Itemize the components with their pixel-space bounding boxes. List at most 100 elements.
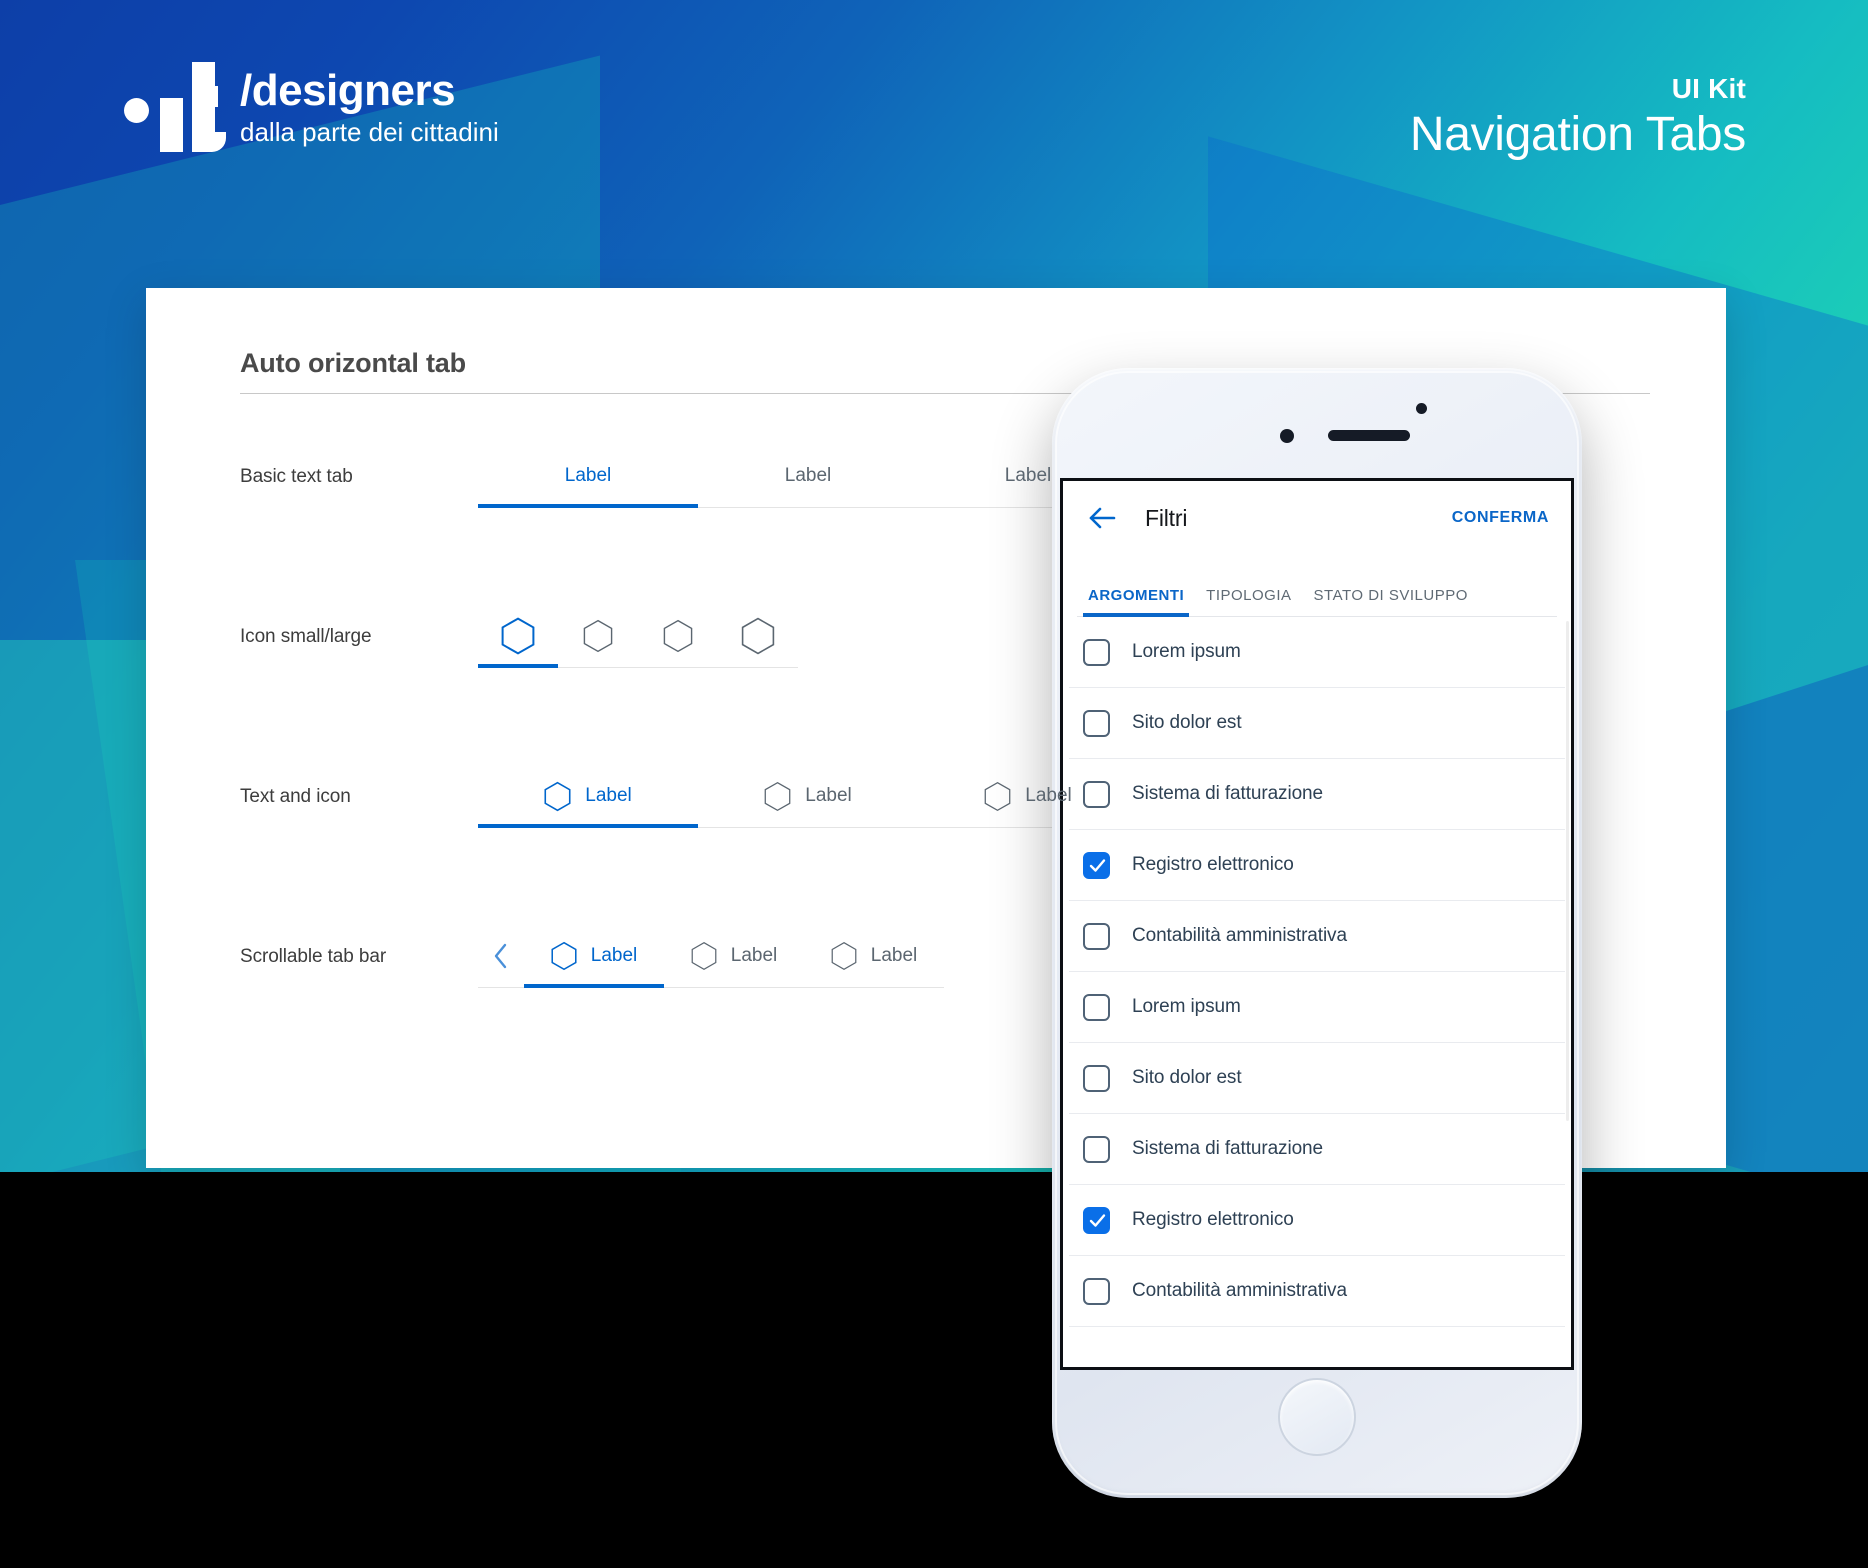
tab-text-icon-1[interactable]: Label bbox=[478, 764, 698, 828]
logo-letter-i bbox=[160, 98, 183, 152]
confirm-button[interactable]: CONFERMA bbox=[1452, 509, 1549, 527]
list-item[interactable]: Registro elettronico bbox=[1069, 1185, 1565, 1256]
list-item[interactable]: Lorem ipsum bbox=[1069, 972, 1565, 1043]
demo-row-label: Icon small/large bbox=[240, 626, 372, 647]
brand-lockup: /designers dalla parte dei cittadini bbox=[122, 62, 499, 152]
check-icon bbox=[1089, 1213, 1106, 1227]
checkbox[interactable] bbox=[1083, 1064, 1110, 1092]
phone-mockup: Filtri CONFERMA ARGOMENTI TIPOLOGIA STAT… bbox=[1052, 368, 1582, 1498]
hexagon-icon bbox=[551, 941, 577, 971]
hexagon-icon bbox=[691, 941, 717, 971]
hexagon-icon bbox=[583, 619, 613, 653]
tab-icon-4[interactable] bbox=[718, 604, 798, 668]
tab-label: Label bbox=[564, 465, 612, 486]
app-tab-bar: ARGOMENTI TIPOLOGIA STATO DI SVILUPPO bbox=[1063, 555, 1571, 617]
list-item-label: Contabilità amministrativa bbox=[1132, 1280, 1347, 1301]
screenshot-root: /designers dalla parte dei cittadini UI … bbox=[0, 0, 1868, 1568]
hexagon-icon bbox=[764, 781, 791, 811]
phone-earpiece-speaker bbox=[1328, 430, 1410, 441]
checkbox[interactable] bbox=[1083, 993, 1110, 1021]
phone-screen: Filtri CONFERMA ARGOMENTI TIPOLOGIA STAT… bbox=[1060, 478, 1574, 1370]
tab-scroll-2[interactable]: Label bbox=[664, 924, 804, 988]
app-tab-tipologia[interactable]: TIPOLOGIA bbox=[1195, 587, 1302, 617]
list-item-label: Registro elettronico bbox=[1132, 854, 1294, 875]
checkbox[interactable] bbox=[1083, 922, 1110, 950]
checkbox[interactable] bbox=[1083, 1206, 1110, 1234]
list-scrollbar[interactable] bbox=[1566, 621, 1569, 1121]
app-tab-argomenti[interactable]: ARGOMENTI bbox=[1077, 587, 1195, 617]
tab-label: Label bbox=[1025, 785, 1072, 806]
tab-text-icon-3[interactable]: Label bbox=[918, 764, 1138, 828]
tab-label: Label bbox=[784, 465, 832, 486]
tab-label: Label bbox=[730, 945, 778, 966]
list-item[interactable]: Sistema di fatturazione bbox=[1069, 1114, 1565, 1185]
tabbar-text-icon: Label Label Label bbox=[478, 764, 1138, 828]
list-item[interactable]: Sito dolor est bbox=[1069, 688, 1565, 759]
tab-basic-3[interactable]: Label bbox=[918, 444, 1138, 508]
it-logo bbox=[122, 62, 226, 152]
hexagon-icon bbox=[501, 617, 535, 655]
list-item-label: Sistema di fatturazione bbox=[1132, 1138, 1323, 1159]
logo-dot bbox=[124, 98, 149, 123]
app-header: Filtri CONFERMA bbox=[1063, 481, 1571, 555]
tab-scroll-1[interactable]: Label bbox=[524, 924, 664, 988]
hexagon-icon bbox=[831, 941, 857, 971]
list-item[interactable]: Lorem ipsum bbox=[1069, 617, 1565, 688]
chevron-left-icon bbox=[494, 943, 507, 969]
tab-basic-1[interactable]: Label bbox=[478, 444, 698, 508]
checkbox[interactable] bbox=[1083, 1277, 1110, 1305]
tab-icon-3[interactable] bbox=[638, 604, 718, 668]
tab-label: Label bbox=[1004, 465, 1052, 486]
list-item-label: Registro elettronico bbox=[1132, 1209, 1294, 1230]
tabbar-icon-only bbox=[478, 604, 798, 668]
tab-icon-1[interactable] bbox=[478, 604, 558, 668]
checkbox[interactable] bbox=[1083, 851, 1110, 879]
tab-label: Label bbox=[805, 785, 852, 806]
phone-home-button[interactable] bbox=[1278, 1378, 1356, 1456]
kit-eyebrow: UI Kit bbox=[1671, 73, 1746, 104]
checkbox[interactable] bbox=[1083, 1135, 1110, 1163]
tab-scroll-3[interactable]: Label bbox=[804, 924, 944, 988]
tabbar-scrollable: Label Label Label bbox=[478, 924, 944, 988]
list-item-label: Sito dolor est bbox=[1132, 1067, 1242, 1088]
list-item-label: Sistema di fatturazione bbox=[1132, 783, 1323, 804]
list-item-label: Lorem ipsum bbox=[1132, 996, 1241, 1017]
list-item[interactable]: Contabilità amministrativa bbox=[1069, 1256, 1565, 1327]
tabbar-basic-text: Label Label Label bbox=[478, 444, 1138, 508]
tab-label: Label bbox=[870, 945, 918, 966]
list-item[interactable]: Sistema di fatturazione bbox=[1069, 759, 1565, 830]
hexagon-icon bbox=[544, 781, 571, 811]
page-title: Navigation Tabs bbox=[1409, 107, 1746, 161]
list-item[interactable]: Sito dolor est bbox=[1069, 1043, 1565, 1114]
demo-row-label: Text and icon bbox=[240, 786, 351, 807]
list-item[interactable]: Registro elettronico bbox=[1069, 830, 1565, 901]
list-item-label: Contabilità amministrativa bbox=[1132, 925, 1347, 946]
app-title: Filtri bbox=[1145, 504, 1188, 531]
brand-title: /designers bbox=[240, 66, 456, 116]
logo-letter-t-foot bbox=[192, 132, 226, 152]
tab-label: Label bbox=[590, 945, 638, 966]
checkbox[interactable] bbox=[1083, 709, 1110, 737]
brand-subtitle: dalla parte dei cittadini bbox=[240, 117, 499, 148]
tab-basic-2[interactable]: Label bbox=[698, 444, 918, 508]
hexagon-icon bbox=[663, 619, 693, 653]
tab-icon-2[interactable] bbox=[558, 604, 638, 668]
scroll-prev-button[interactable] bbox=[478, 924, 524, 988]
hexagon-icon bbox=[741, 617, 775, 655]
brand-text: /designers dalla parte dei cittadini bbox=[240, 66, 499, 152]
tab-label: Label bbox=[585, 785, 632, 806]
demo-row-label: Scrollable tab bar bbox=[240, 946, 387, 967]
check-icon bbox=[1089, 858, 1106, 872]
logo-letter-t-crossbar bbox=[192, 86, 218, 107]
filter-list: Lorem ipsum Sito dolor est Sistema di fa… bbox=[1063, 617, 1571, 1327]
tab-text-icon-2[interactable]: Label bbox=[698, 764, 918, 828]
demo-row-label: Basic text tab bbox=[240, 466, 353, 487]
kit-heading: UI Kit Navigation Tabs bbox=[1409, 73, 1746, 162]
hexagon-icon bbox=[984, 781, 1011, 811]
list-item-label: Lorem ipsum bbox=[1132, 641, 1241, 662]
checkbox[interactable] bbox=[1083, 638, 1110, 666]
app-tab-stato-di-sviluppo[interactable]: STATO DI SVILUPPO bbox=[1303, 587, 1479, 617]
phone-front-camera bbox=[1280, 429, 1294, 443]
list-item-label: Sito dolor est bbox=[1132, 712, 1242, 733]
list-item[interactable]: Contabilità amministrativa bbox=[1069, 901, 1565, 972]
